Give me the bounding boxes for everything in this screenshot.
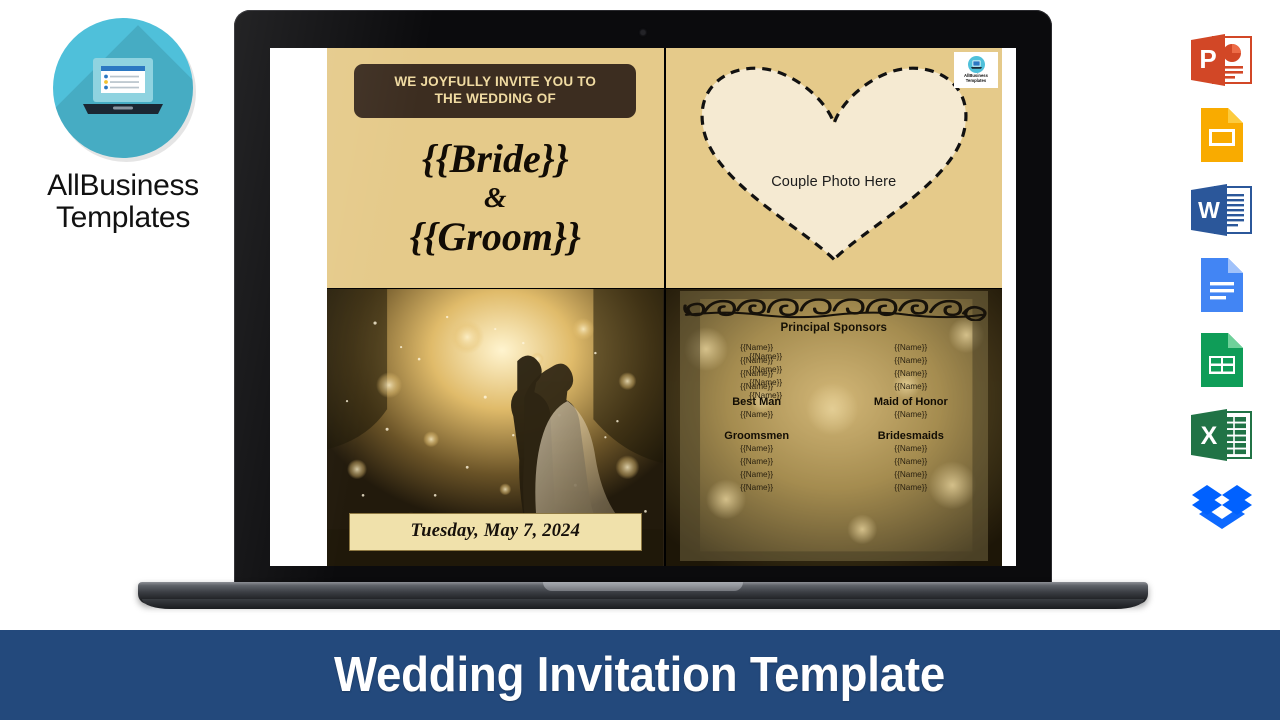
groomsman-name: {{Name}} (740, 470, 774, 480)
maid-of-honor-block: Maid of Honor {{Name}} (834, 396, 988, 421)
maid-of-honor-role-label: Maid of Honor (873, 395, 948, 408)
google-slides-icon[interactable] (1197, 106, 1247, 164)
principal-sponsors-title: Principal Sponsors (780, 322, 888, 334)
groomsman-name: {{Name}} (740, 457, 774, 467)
panel-invitation: WE JOYFULLY INVITE YOU TO THE WEDDING OF… (327, 48, 664, 288)
ampersand: & (483, 181, 507, 214)
sponsors-right-column: {{Name}} {{Name}} {{Name}} {{Name}} (834, 342, 988, 394)
format-google-slides[interactable] (1182, 97, 1262, 172)
word-icon[interactable]: W (1189, 181, 1255, 239)
svg-text:W: W (1198, 197, 1220, 223)
couple-names: {{Bride}} & {{Groom}} (409, 135, 581, 260)
format-excel[interactable]: X (1182, 397, 1262, 472)
format-google-docs[interactable] (1182, 247, 1262, 322)
invite-heading-badge: WE JOYFULLY INVITE YOU TO THE WEDDING OF (354, 64, 637, 118)
sponsor-name: {{Name}} (894, 368, 928, 378)
groomsman-name: {{Name}} (740, 483, 774, 493)
panel-couple-photo-placeholder: Couple Photo Here AllBusiness Templates (665, 48, 1002, 288)
format-dropbox[interactable] (1182, 472, 1262, 547)
slide-content-grid: WE JOYFULLY INVITE YOU TO THE WEDDING OF… (327, 48, 1002, 566)
laptop-lid: WE JOYFULLY INVITE YOU TO THE WEDDING OF… (234, 10, 1052, 595)
wedding-invitation-slide: WE JOYFULLY INVITE YOU TO THE WEDDING OF… (270, 48, 1016, 566)
google-docs-icon[interactable] (1197, 256, 1247, 314)
maid-of-honor-name: {{Name}} (894, 409, 928, 419)
powerpoint-icon[interactable]: P (1189, 31, 1255, 89)
excel-icon[interactable]: X (1189, 406, 1255, 464)
file-format-icon-rail: P W X (1182, 22, 1262, 547)
bride-name-placeholder: {{Bride}} (421, 135, 569, 181)
laptop-mockup: WE JOYFULLY INVITE YOU TO THE WEDDING OF… (138, 0, 1148, 620)
bridesmaid-name: {{Name}} (894, 443, 928, 453)
wedding-date-banner: Tuesday, May 7, 2024 (348, 513, 642, 551)
watermark-logo-icon (967, 56, 985, 74)
watermark-laptop-icon (970, 60, 982, 69)
sponsor-name-ghost: {{Name}} (749, 377, 783, 387)
sponsor-name: {{Name}} (894, 355, 928, 365)
sponsor-name-ghost: {{Name}} (749, 390, 783, 400)
sponsors-left-column: {{Name}} {{Name}} {{Name}} {{Name}} {{Na… (680, 342, 834, 400)
party-roles-row: Groomsmen {{Name}} {{Name}} {{Name}} {{N… (680, 430, 988, 495)
format-google-sheets[interactable] (1182, 322, 1262, 397)
svg-text:X: X (1201, 422, 1218, 450)
watermark-line2: Templates (965, 78, 987, 83)
bridesmaid-name: {{Name}} (894, 483, 928, 493)
bridesmaids-names: {{Name}} {{Name}} {{Name}} {{Name}} (834, 442, 988, 495)
bridesmaid-name: {{Name}} (894, 470, 928, 480)
invite-heading-line2: THE WEDDING OF (434, 91, 556, 107)
groomsmen-role-label: Groomsmen (724, 429, 790, 442)
sponsor-name-ghost: {{Name}} (749, 352, 783, 361)
laptop-base-foot (142, 599, 1144, 609)
watermark-text: AllBusiness Templates (964, 73, 988, 84)
heart-photo-frame-icon[interactable] (694, 61, 974, 266)
bridesmaid-name: {{Name}} (894, 457, 928, 467)
bridesmaids-block: Bridesmaids {{Name}} {{Name}} {{Name}} {… (834, 430, 988, 495)
format-word[interactable]: W (1182, 172, 1262, 247)
groom-name-placeholder: {{Groom}} (409, 214, 581, 260)
best-man-name: {{Name}} (740, 409, 774, 419)
banner-title: Wedding Invitation Template (334, 648, 946, 702)
groomsmen-block: Groomsmen {{Name}} {{Name}} {{Name}} {{N… (680, 430, 834, 495)
swirl-flourish-divider-icon (682, 298, 987, 321)
allbusiness-templates-watermark: AllBusiness Templates (954, 52, 998, 88)
sponsors-card: Principal Sponsors {{Name}} {{Name}} {{N… (679, 291, 988, 561)
bridesmaids-role-label: Bridesmaids (877, 429, 944, 442)
bottom-title-banner: Wedding Invitation Template (0, 630, 1280, 720)
laptop-screen: WE JOYFULLY INVITE YOU TO THE WEDDING OF… (270, 48, 1016, 566)
couple-photo-placeholder-label: Couple Photo Here (771, 174, 897, 191)
format-powerpoint[interactable]: P (1182, 22, 1262, 97)
sponsors-left-column-overlay: {{Name}} {{Name}} {{Name}} {{Name}} (689, 351, 843, 403)
panel-wedding-photo: Tuesday, May 7, 2024 (327, 289, 664, 566)
sponsor-name-ghost: {{Name}} (749, 364, 783, 374)
invite-heading-line1: WE JOYFULLY INVITE YOU TO (394, 74, 597, 89)
dropbox-icon[interactable] (1192, 483, 1252, 537)
webcam-icon (640, 30, 646, 35)
panel-sponsors: Principal Sponsors {{Name}} {{Name}} {{N… (665, 289, 1002, 566)
svg-text:P: P (1199, 44, 1216, 74)
google-sheets-icon[interactable] (1197, 331, 1247, 389)
principal-sponsors-lists: {{Name}} {{Name}} {{Name}} {{Name}} {{Na… (680, 342, 988, 400)
groomsman-name: {{Name}} (740, 443, 774, 453)
sponsor-name: {{Name}} (894, 381, 928, 391)
groomsmen-names: {{Name}} {{Name}} {{Name}} {{Name}} (680, 442, 834, 495)
sponsor-name: {{Name}} (894, 343, 928, 352)
